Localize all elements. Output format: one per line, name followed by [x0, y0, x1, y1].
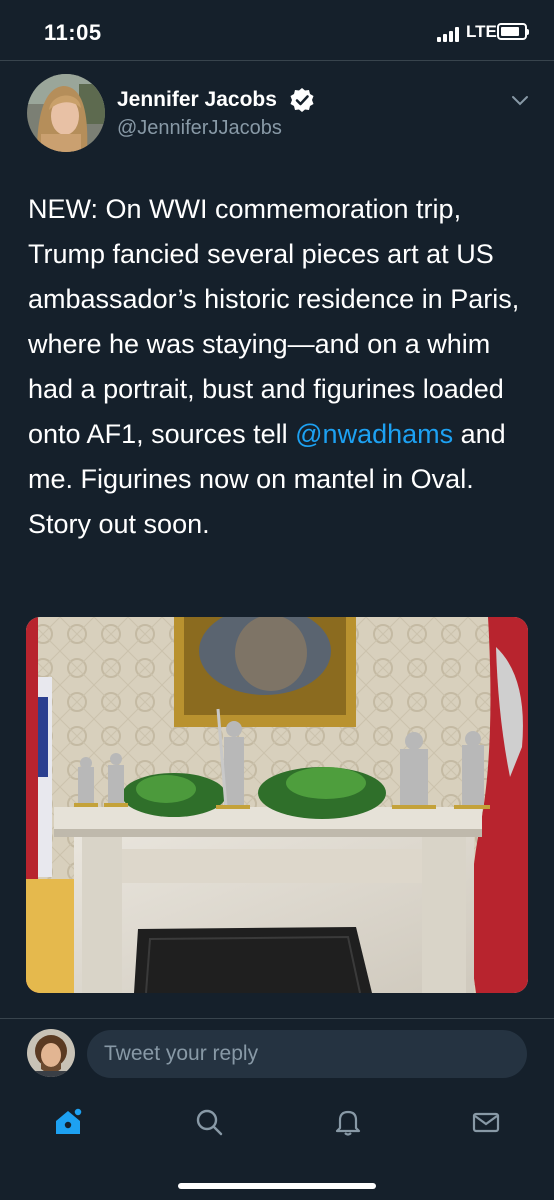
home-icon[interactable]: [52, 1106, 84, 1138]
header-divider: [0, 60, 554, 61]
search-icon[interactable]: [193, 1106, 225, 1138]
tweet-text-part-1: NEW: On WWI commemoration trip, Trump fa…: [28, 194, 520, 449]
clock: 11:05: [44, 20, 102, 45]
network-type: LTE: [466, 22, 497, 41]
messages-icon[interactable]: [470, 1106, 502, 1138]
home-indicator[interactable]: [178, 1183, 376, 1189]
reply-input[interactable]: Tweet your reply: [87, 1030, 527, 1078]
author-name[interactable]: Jennifer Jacobs: [117, 88, 277, 112]
mention-link[interactable]: @nwadhams: [295, 419, 453, 449]
signal-strength-icon: [437, 27, 459, 42]
author-handle[interactable]: @JenniferJJacobs: [117, 117, 282, 140]
user-avatar-photo: [27, 1029, 75, 1077]
battery-level: [501, 27, 519, 36]
battery-icon: [497, 23, 527, 40]
oval-office-mantel-photo: [26, 617, 528, 993]
reply-divider: [0, 1018, 554, 1019]
status-bar: 11:05 LTE: [0, 0, 554, 62]
tweet-text: NEW: On WWI commemoration trip, Trump fa…: [28, 187, 528, 547]
reply-placeholder: Tweet your reply: [104, 1042, 259, 1065]
author-avatar[interactable]: [27, 74, 105, 152]
user-avatar[interactable]: [27, 1029, 75, 1077]
chevron-down-icon[interactable]: [510, 93, 530, 107]
verified-badge-icon: [290, 88, 314, 112]
tweet-photo[interactable]: [26, 617, 528, 993]
notifications-icon[interactable]: [332, 1106, 364, 1138]
author-avatar-photo: [27, 74, 105, 152]
battery-cap: [526, 29, 529, 35]
